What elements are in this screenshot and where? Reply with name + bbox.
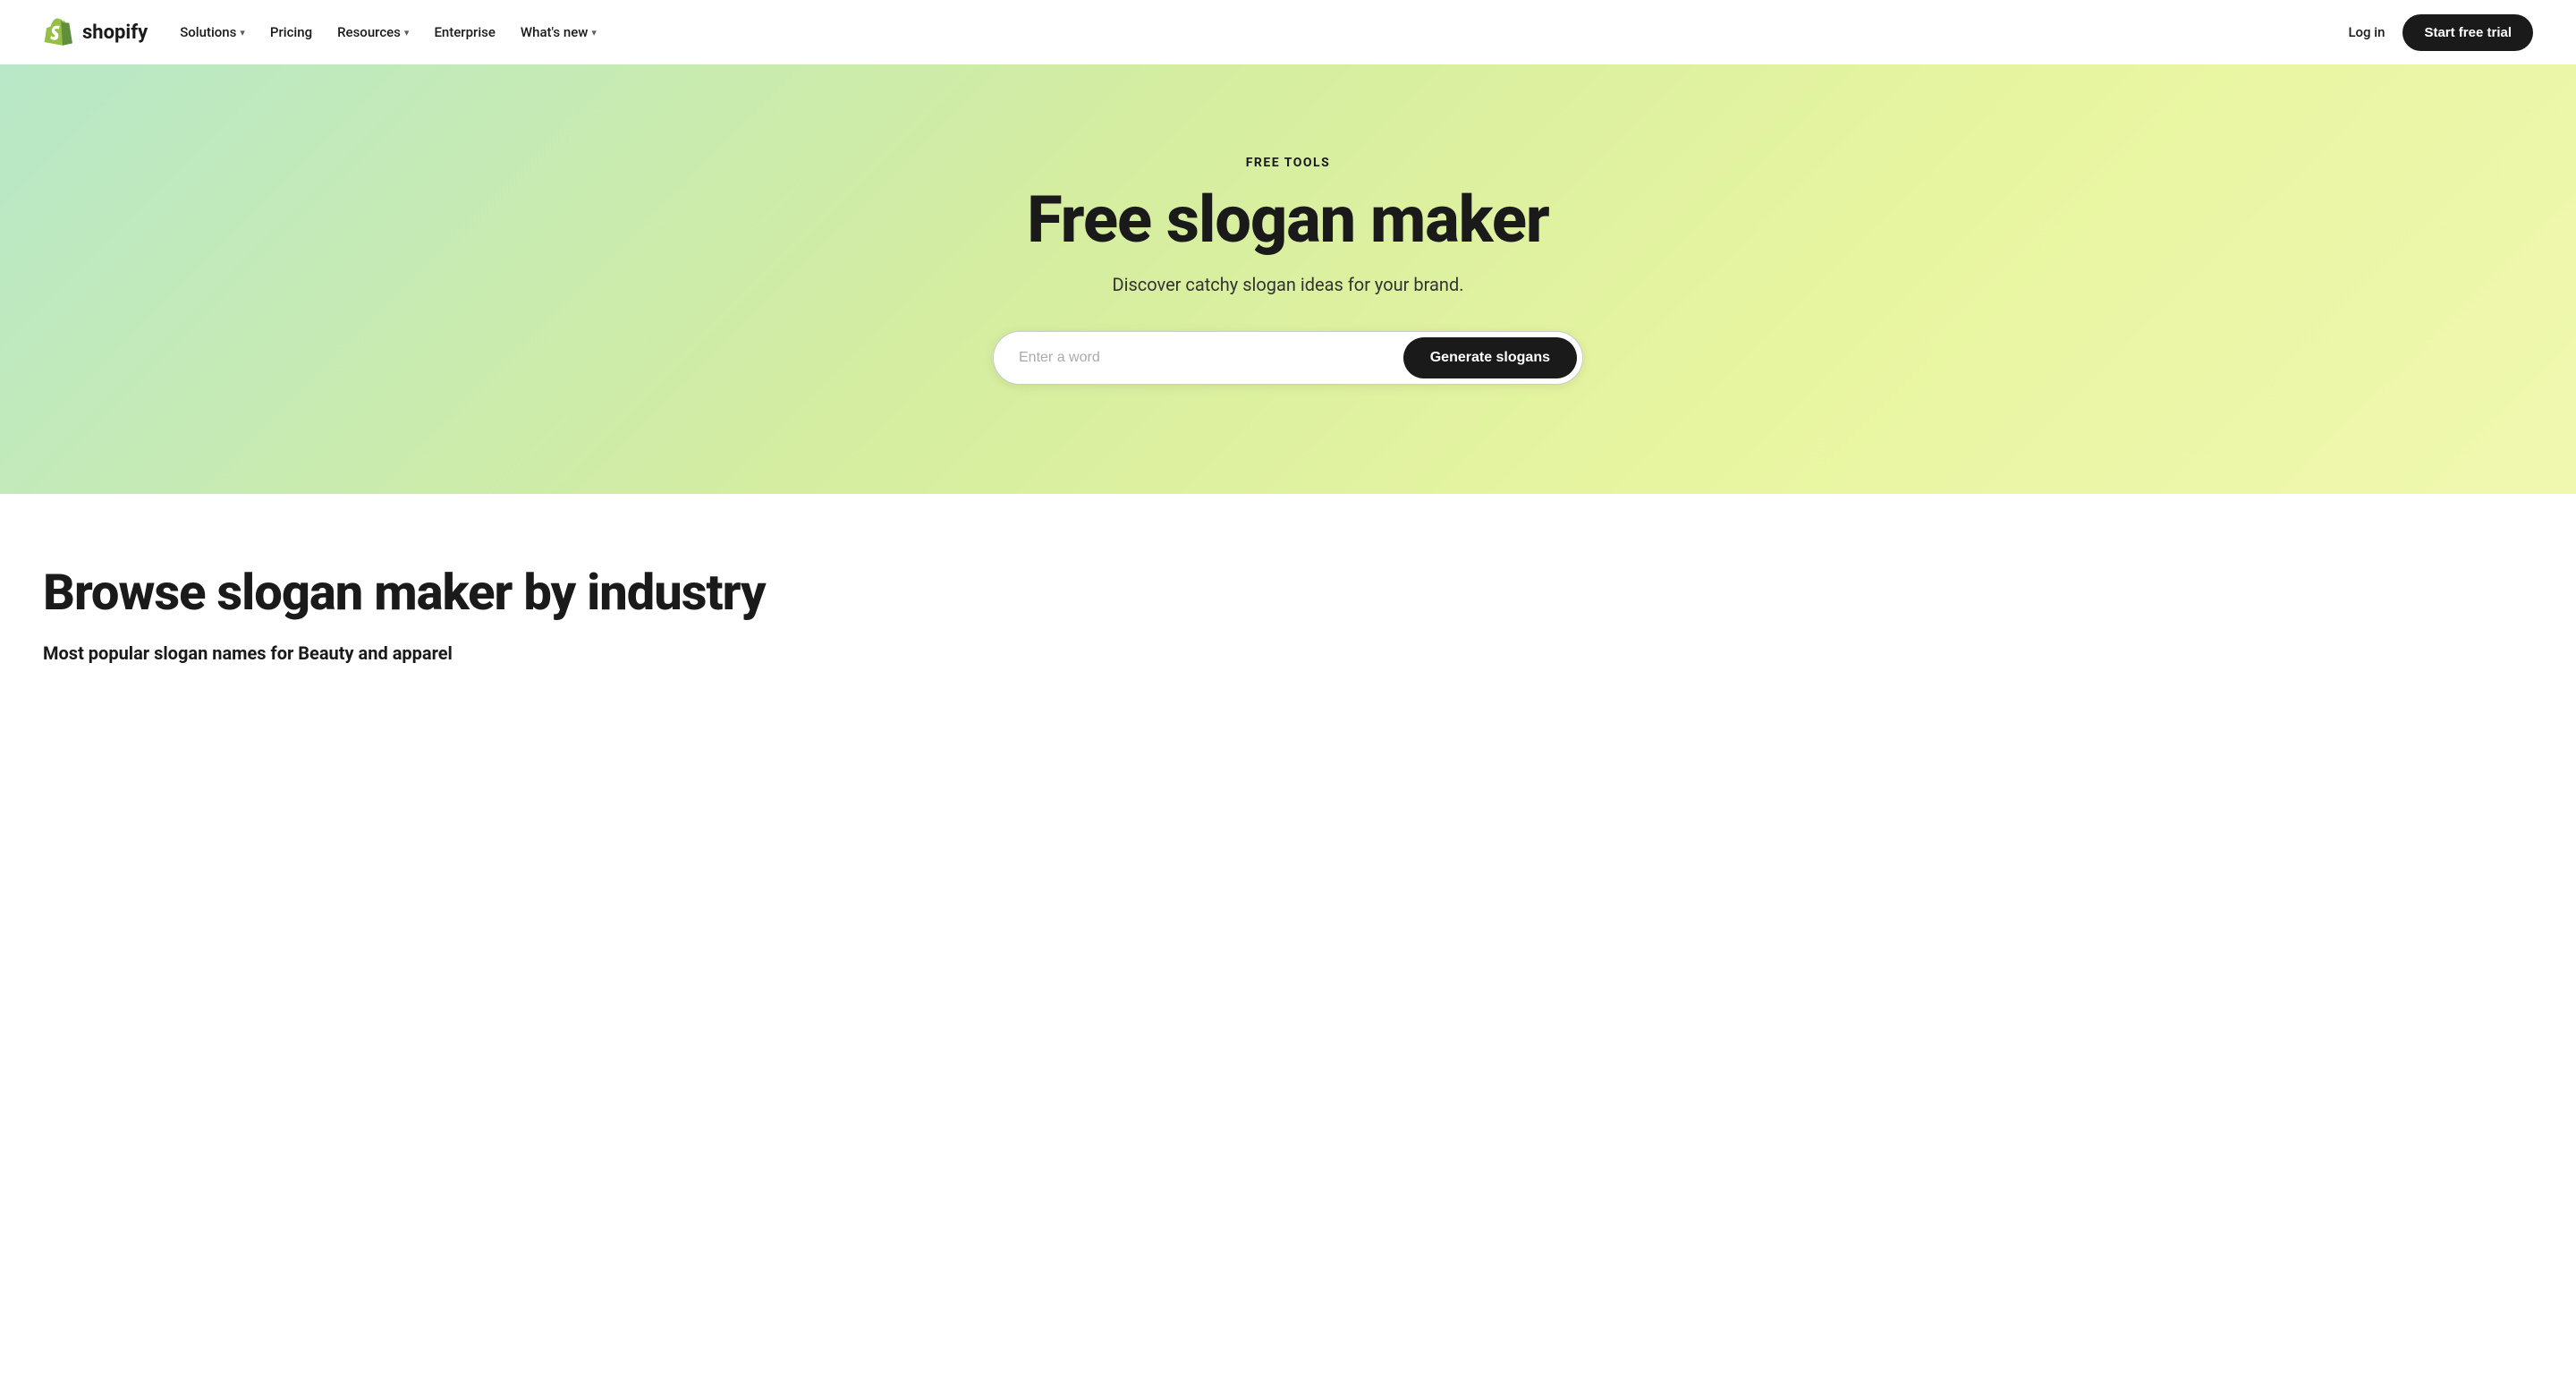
browse-title: Browse slogan maker by industry bbox=[43, 565, 2533, 621]
nav-left: shopify Solutions ▾ Pricing Resources ▾ bbox=[43, 16, 597, 48]
nav-item-whats-new[interactable]: What's new ▾ bbox=[521, 24, 597, 40]
nav-item-solutions[interactable]: Solutions ▾ bbox=[180, 24, 245, 40]
hero-subtitle: Discover catchy slogan ideas for your br… bbox=[1112, 274, 1463, 295]
chevron-down-icon: ▾ bbox=[591, 27, 597, 38]
slogan-search-form: Generate slogans bbox=[993, 331, 1583, 385]
nav-link-whats-new[interactable]: What's new ▾ bbox=[521, 24, 597, 40]
start-trial-button[interactable]: Start free trial bbox=[2402, 14, 2533, 51]
nav-link-pricing[interactable]: Pricing bbox=[270, 24, 312, 40]
nav-link-solutions[interactable]: Solutions ▾ bbox=[180, 24, 245, 40]
chevron-down-icon: ▾ bbox=[404, 27, 410, 38]
chevron-down-icon: ▾ bbox=[240, 27, 245, 38]
navbar: shopify Solutions ▾ Pricing Resources ▾ bbox=[0, 0, 2576, 64]
eyebrow-label: FREE TOOLS bbox=[1246, 156, 1331, 170]
nav-item-resources[interactable]: Resources ▾ bbox=[337, 24, 409, 40]
login-link[interactable]: Log in bbox=[2348, 24, 2385, 40]
nav-right: Log in Start free trial bbox=[2348, 14, 2533, 51]
nav-link-enterprise[interactable]: Enterprise bbox=[434, 24, 495, 40]
shopify-bag-icon bbox=[43, 16, 75, 48]
slogan-word-input[interactable] bbox=[1019, 341, 1403, 375]
shopify-logo[interactable]: shopify bbox=[43, 16, 148, 48]
nav-links: Solutions ▾ Pricing Resources ▾ Enterpri… bbox=[180, 24, 597, 40]
browse-subtitle: Most popular slogan names for Beauty and… bbox=[43, 642, 2533, 664]
logo-text: shopify bbox=[82, 21, 148, 44]
hero-section: FREE TOOLS Free slogan maker Discover ca… bbox=[0, 64, 2576, 494]
nav-item-pricing[interactable]: Pricing bbox=[270, 24, 312, 40]
nav-link-resources[interactable]: Resources ▾ bbox=[337, 24, 409, 40]
nav-item-enterprise[interactable]: Enterprise bbox=[434, 24, 495, 40]
hero-title: Free slogan maker bbox=[1027, 184, 1548, 255]
generate-slogans-button[interactable]: Generate slogans bbox=[1403, 337, 1577, 378]
browse-section: Browse slogan maker by industry Most pop… bbox=[0, 494, 2576, 700]
